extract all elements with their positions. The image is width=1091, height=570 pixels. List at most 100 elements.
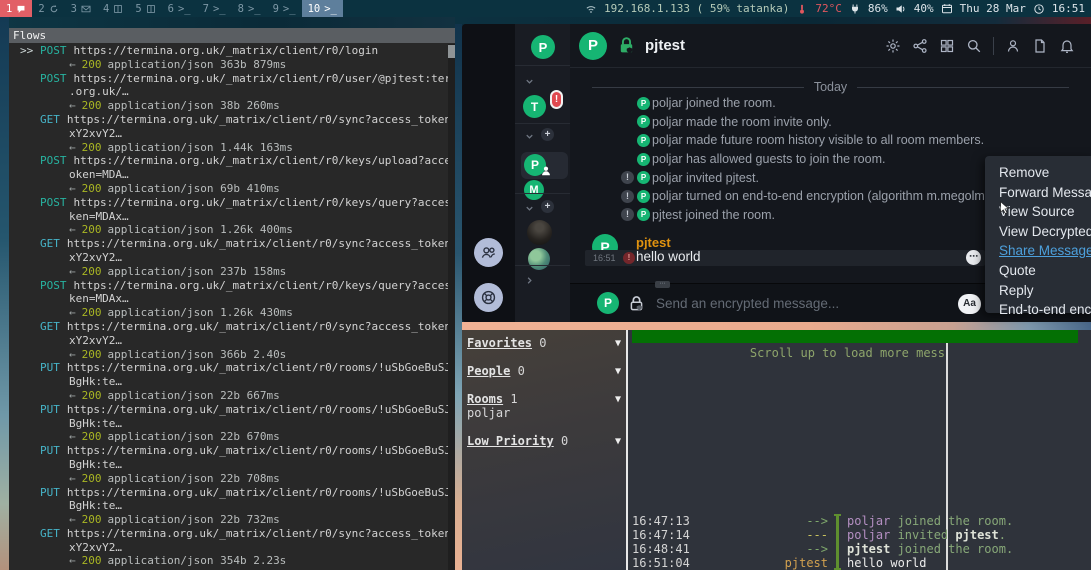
status-segments: 192.168.1.133 ( 59% tatanka) 72°C 86% 40…	[585, 2, 1091, 15]
workspace-number: 1	[6, 3, 12, 15]
terminal-icon: >_	[248, 3, 261, 15]
formatting-button[interactable]: Aa	[958, 294, 981, 314]
terminal-icon: >_	[178, 3, 191, 15]
room-avatar[interactable]: P	[579, 32, 607, 60]
collapse-arrow-icon[interactable]: ▼	[615, 337, 621, 351]
menu-item-e2e[interactable]: End-to-end encry	[999, 300, 1091, 320]
message-options-button[interactable]: ⋯	[966, 250, 981, 265]
flow-row[interactable]: PUThttps://termina.org.uk/_matrix/client…	[9, 444, 448, 485]
files-icon[interactable]	[1032, 38, 1048, 54]
settings-gear-icon[interactable]	[885, 38, 901, 54]
section-rooms[interactable]: Rooms 1 ▼	[467, 392, 621, 406]
flow-row[interactable]: POSThttps://termina.org.uk/_matrix/clien…	[9, 72, 448, 113]
room-avatar-m[interactable]: M	[524, 180, 544, 200]
menu-item-reply[interactable]: Reply	[999, 281, 1091, 301]
chat-line: 16:47:13 --> poljar joined the room.	[632, 514, 1091, 528]
flow-row[interactable]: PUThttps://termina.org.uk/_matrix/client…	[9, 403, 448, 444]
flow-url-cont: .org.uk/…	[9, 85, 448, 99]
refresh-icon	[49, 4, 59, 14]
search-icon[interactable]	[966, 38, 982, 54]
calendar-icon	[941, 3, 953, 15]
divider	[993, 37, 994, 55]
message-timestamp: 16:51	[593, 253, 616, 263]
section-low-priority[interactable]: Low Priority 0 ▼	[467, 434, 621, 448]
workspace-4[interactable]: 4	[97, 0, 129, 17]
section-favorites[interactable]: Favorites 0 ▼	[467, 336, 621, 350]
room-name: pjtest	[645, 37, 685, 54]
workspace-9[interactable]: 9 >_	[267, 0, 302, 17]
book-icon	[113, 4, 123, 14]
chevron-right-icon[interactable]	[524, 273, 535, 291]
workspace-7[interactable]: 7 >_	[197, 0, 232, 17]
workspace-8[interactable]: 8 >_	[232, 0, 267, 17]
message-row[interactable]: 16:51 ! hello world ⋯	[585, 250, 985, 266]
chevron-down-icon[interactable]	[524, 74, 535, 92]
menu-item-share[interactable]: Share Message	[999, 241, 1091, 261]
menu-item-remove[interactable]: Remove	[999, 163, 1091, 183]
avatar: P	[637, 97, 650, 110]
warning-icon: !	[621, 190, 634, 203]
add-room-button[interactable]: +	[541, 200, 554, 213]
http-method: POST	[40, 44, 67, 57]
chat-line: 16:51:04 pjtest hello world	[632, 556, 1091, 570]
flow-row[interactable]: POSThttps://termina.org.uk/_matrix/clien…	[9, 196, 448, 237]
flow-row[interactable]: PUThttps://termina.org.uk/_matrix/client…	[9, 361, 448, 402]
workspace-6[interactable]: 6 >_	[162, 0, 197, 17]
thermometer-icon	[796, 3, 808, 15]
room-list-sidebar: Favorites 0 ▼ People 0 ▼ Rooms 1 ▼ polja…	[462, 330, 626, 570]
flow-row[interactable]: GEThttps://termina.org.uk/_matrix/client…	[9, 113, 448, 154]
terminal-icon: >_	[213, 3, 226, 15]
add-room-button[interactable]: +	[541, 128, 554, 141]
account-avatar[interactable]: P	[531, 35, 555, 59]
notifications-bell-icon[interactable]	[1059, 38, 1075, 54]
widgets-grid-icon[interactable]	[939, 38, 955, 54]
mail-icon	[81, 4, 91, 14]
flow-row[interactable]: GEThttps://termina.org.uk/_matrix/client…	[9, 237, 448, 278]
menu-item-view-decrypted[interactable]: View Decrypted S	[999, 222, 1091, 242]
composer-lock-icon	[628, 295, 645, 312]
workspace-10[interactable]: 10 >_	[302, 0, 343, 17]
workspace-3[interactable]: 3	[65, 0, 97, 17]
account-room-rail: P T ! + P M +	[515, 24, 570, 322]
flow-row[interactable]: PUThttps://termina.org.uk/_matrix/client…	[9, 486, 448, 527]
scrollbar[interactable]	[448, 44, 455, 570]
workspace-2[interactable]: 2	[32, 0, 64, 17]
share-icon[interactable]	[912, 38, 928, 54]
mitmproxy-panel: Flows >>POSThttps://termina.org.uk/_matr…	[9, 28, 455, 570]
flow-list[interactable]: >> POSThttps://termina.org.uk/_matrix/cli…	[9, 44, 448, 570]
scrollbar-thumb[interactable]	[448, 45, 455, 58]
chevron-down-icon[interactable]	[524, 129, 535, 147]
workspace-5[interactable]: 5	[129, 0, 161, 17]
member-overlay-icon	[540, 165, 552, 177]
selection-marker: >>	[20, 44, 33, 58]
desktop: 1 2 3 4 5 6 >_ 7 >_ 8 >_	[0, 0, 1091, 570]
response-arrow: ←	[69, 58, 76, 71]
menu-item-quote[interactable]: Quote	[999, 261, 1091, 281]
pane-divider[interactable]	[626, 330, 628, 570]
flow-row[interactable]: GEThttps://termina.org.uk/_matrix/client…	[9, 527, 448, 568]
room-list-item[interactable]: poljar	[467, 406, 510, 420]
flow-row[interactable]: GEThttps://termina.org.uk/_matrix/client…	[9, 320, 448, 361]
menu-item-forward[interactable]: Forward Message	[999, 183, 1091, 203]
terminal-matrix-client: Favorites 0 ▼ People 0 ▼ Rooms 1 ▼ polja…	[462, 330, 1091, 570]
members-icon[interactable]	[1005, 38, 1021, 54]
flow-row[interactable]: POSThttps://termina.org.uk/_matrix/clien…	[9, 279, 448, 320]
section-people[interactable]: People 0 ▼	[467, 364, 621, 378]
flow-row[interactable]: POSThttps://termina.org.uk/_matrix/clien…	[9, 154, 448, 195]
room-avatar-t[interactable]: T	[523, 95, 546, 118]
room-avatar-image[interactable]	[527, 220, 552, 245]
directory-button[interactable]	[474, 238, 503, 267]
message-input[interactable]: Send an encrypted message...	[656, 296, 839, 311]
mouse-cursor	[999, 201, 1012, 214]
workspace-1[interactable]: 1	[0, 0, 32, 17]
encryption-lock-icon	[617, 36, 636, 55]
chevron-down-icon[interactable]	[524, 201, 535, 219]
room-avatar-image[interactable]	[528, 248, 550, 270]
menu-item-view-source[interactable]: View Source	[999, 202, 1091, 222]
message-text: hello world	[636, 249, 701, 264]
terminal-icon: >_	[324, 3, 337, 15]
settings-button[interactable]	[474, 283, 503, 312]
warning-icon: !	[621, 208, 634, 221]
time: 16:51	[1052, 2, 1085, 15]
flow-row[interactable]: >>POSThttps://termina.org.uk/_matrix/cli…	[9, 44, 448, 72]
